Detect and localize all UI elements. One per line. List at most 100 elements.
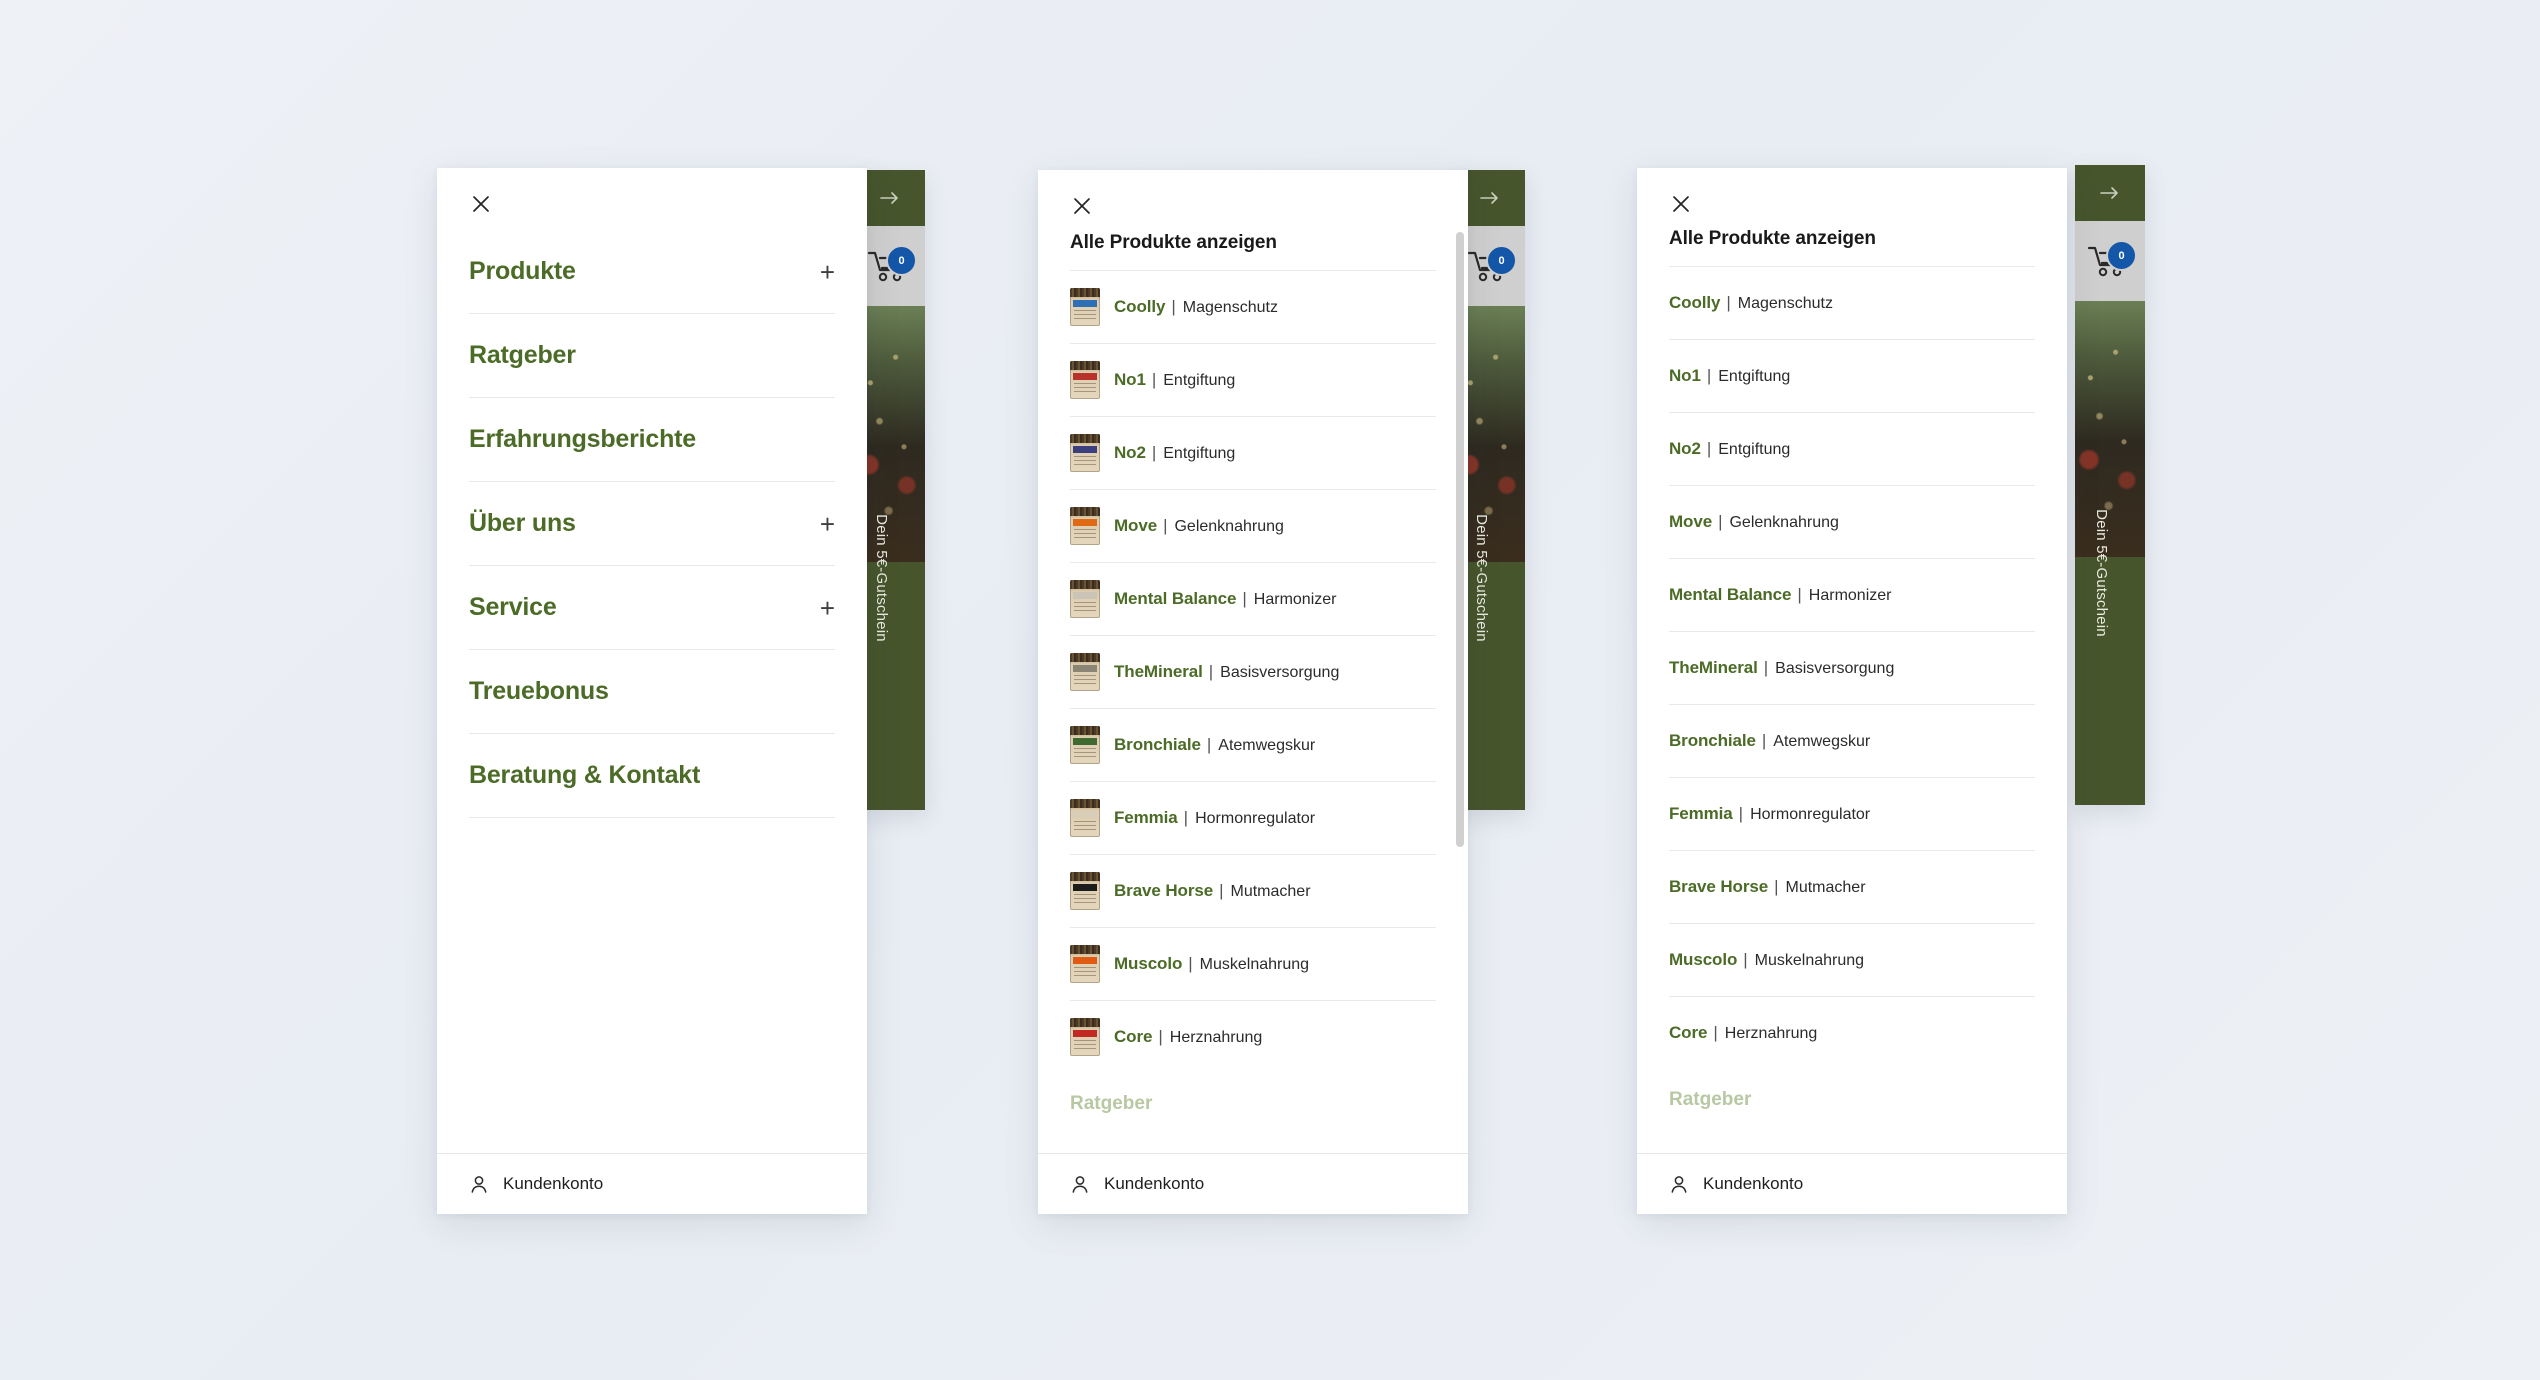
coupon-strip-3[interactable]: Dein 5€-Gutschein [2075, 509, 2145, 805]
menu-item-treuebonus[interactable]: Treuebonus [469, 650, 835, 734]
account-label-2: Kundenkonto [1104, 1174, 1205, 1193]
product-row[interactable]: TheMineral | Basisversorgung [1070, 635, 1436, 708]
product-description: Herznahrung [1169, 1029, 1263, 1046]
product-name: Bronchiale [1114, 735, 1201, 754]
product-name: Mental Balance [1669, 585, 1792, 604]
product-row[interactable]: Core | Herznahrung [1669, 996, 2035, 1069]
close-menu-button-2[interactable] [1068, 192, 1096, 220]
menu-item-label: Produkte [469, 257, 576, 285]
account-link-3[interactable]: Kundenkonto [1637, 1153, 2067, 1214]
product-separator: | [1242, 589, 1247, 608]
product-text: No1 | Entgiftung [1114, 370, 1235, 390]
product-row[interactable]: Move | Gelenknahrung [1669, 485, 2035, 558]
cart-count-badge-2: 0 [1486, 245, 1517, 276]
product-row[interactable]: Brave Horse | Mutmacher [1669, 850, 2035, 923]
product-row[interactable]: TheMineral | Basisversorgung [1669, 631, 2035, 704]
menu-item-ratgeber[interactable]: Ratgeber [469, 314, 835, 398]
product-text: Femmia | Hormonregulator [1114, 808, 1315, 828]
product-package-icon [1070, 580, 1100, 618]
close-icon [1673, 196, 1689, 212]
product-package-icon [1070, 1018, 1100, 1056]
product-row[interactable]: Core | Herznahrung [1070, 1000, 1436, 1073]
expand-plus-icon[interactable]: + [820, 259, 835, 285]
product-separator: | [1163, 516, 1168, 535]
product-text: Move | Gelenknahrung [1669, 512, 1839, 532]
product-package-icon [1070, 434, 1100, 472]
product-separator: | [1763, 658, 1769, 677]
product-name: Mental Balance [1114, 589, 1237, 608]
product-row[interactable]: Mental Balance | Harmonizer [1070, 562, 1436, 635]
vertical-scrollbar-2[interactable] [1456, 232, 1464, 847]
product-list-with-icons: Alle Produkte anzeigen Coolly | Magenschut… [1038, 170, 1468, 1115]
close-menu-button-1[interactable] [467, 190, 495, 218]
product-text: Femmia | Hormonregulator [1669, 804, 1870, 824]
product-description: Entgiftung [1718, 441, 1791, 458]
product-description: Entgiftung [1163, 372, 1236, 389]
section-title-ratgeber-3: Ratgeber [1669, 1089, 1752, 1110]
close-menu-button-3[interactable] [1667, 190, 1695, 218]
product-name: Brave Horse [1669, 877, 1769, 896]
expand-plus-icon[interactable]: + [820, 511, 835, 537]
promo-rail-3: 0 Dein 5€-Gutschein [2075, 165, 2145, 805]
product-row[interactable]: Muscolo | Muskelnahrung [1669, 923, 2035, 996]
product-name: Coolly [1669, 293, 1721, 312]
menu-item-produkte[interactable]: Produkte + [469, 230, 835, 314]
account-link-2[interactable]: Kundenkonto [1038, 1153, 1468, 1214]
product-text: No1 | Entgiftung [1669, 366, 1790, 386]
cart-button-3[interactable]: 0 [2075, 221, 2145, 301]
product-package-icon [1070, 288, 1100, 326]
product-row[interactable]: No1 | Entgiftung [1070, 343, 1436, 416]
rail-arrow-button-3[interactable] [2075, 165, 2145, 221]
product-name: Muscolo [1669, 950, 1738, 969]
product-description: Magenschutz [1737, 295, 1833, 312]
product-description: Mutmacher [1230, 883, 1311, 900]
product-row[interactable]: Muscolo | Muskelnahrung [1070, 927, 1436, 1000]
product-name: No1 [1114, 370, 1146, 389]
user-icon [1671, 1176, 1687, 1193]
section-title-ratgeber-2: Ratgeber [1070, 1093, 1153, 1114]
product-row[interactable]: Coolly | Magenschutz [1669, 266, 2035, 339]
product-row[interactable]: Bronchiale | Atemwegskur [1070, 708, 1436, 781]
product-list-title-2: Alle Produkte anzeigen [1070, 232, 1277, 253]
product-separator: | [1206, 735, 1212, 754]
product-row[interactable]: Femmia | Hormonregulator [1669, 777, 2035, 850]
account-link-1[interactable]: Kundenkonto [437, 1153, 867, 1214]
product-description: Entgiftung [1718, 368, 1791, 385]
product-package-icon [1070, 872, 1100, 910]
product-description: Basisversorgung [1220, 664, 1340, 681]
product-description: Entgiftung [1163, 445, 1236, 462]
product-name: TheMineral [1114, 662, 1203, 681]
product-row[interactable]: Femmia | Hormonregulator [1070, 781, 1436, 854]
menu-item-label: Beratung & Kontakt [469, 761, 701, 789]
coupon-label-1: Dein 5€-Gutschein [873, 514, 890, 642]
product-row[interactable]: Brave Horse | Mutmacher [1070, 854, 1436, 927]
product-separator: | [1706, 366, 1712, 385]
product-row[interactable]: Move | Gelenknahrung [1070, 489, 1436, 562]
menu-item-erfahrungsberichte[interactable]: Erfahrungsberichte [469, 398, 835, 482]
product-text: Mental Balance | Harmonizer [1669, 585, 1891, 605]
menu-item-service[interactable]: Service + [469, 566, 835, 650]
product-row[interactable]: Bronchiale | Atemwegskur [1669, 704, 2035, 777]
menu-item-beratung-kontakt[interactable]: Beratung & Kontakt [469, 734, 835, 818]
product-text: Move | Gelenknahrung [1114, 516, 1284, 536]
menu-item-ber-uns[interactable]: Über uns + [469, 482, 835, 566]
product-separator: | [1158, 1027, 1163, 1046]
product-row[interactable]: Coolly | Magenschutz [1070, 270, 1436, 343]
product-separator: | [1151, 370, 1157, 389]
product-separator: | [1718, 512, 1723, 531]
product-package-icon [1070, 799, 1100, 837]
product-row[interactable]: No2 | Entgiftung [1669, 412, 2035, 485]
product-row[interactable]: Mental Balance | Harmonizer [1669, 558, 2035, 631]
product-text: Coolly | Magenschutz [1669, 293, 1833, 313]
product-name: No2 [1114, 443, 1146, 462]
product-name: Brave Horse [1114, 881, 1214, 900]
product-row[interactable]: No2 | Entgiftung [1070, 416, 1436, 489]
product-row[interactable]: No1 | Entgiftung [1669, 339, 2035, 412]
panel-products-no-icons: Alle Produkte anzeigen Coolly | Magenschut… [1637, 168, 2067, 1214]
expand-plus-icon[interactable]: + [820, 595, 835, 621]
product-name: No2 [1669, 439, 1701, 458]
menu-item-label: Service [469, 593, 557, 621]
product-description: Harmonizer [1808, 587, 1892, 604]
product-description: Gelenknahrung [1174, 518, 1284, 535]
product-description: Atemwegskur [1218, 737, 1316, 754]
